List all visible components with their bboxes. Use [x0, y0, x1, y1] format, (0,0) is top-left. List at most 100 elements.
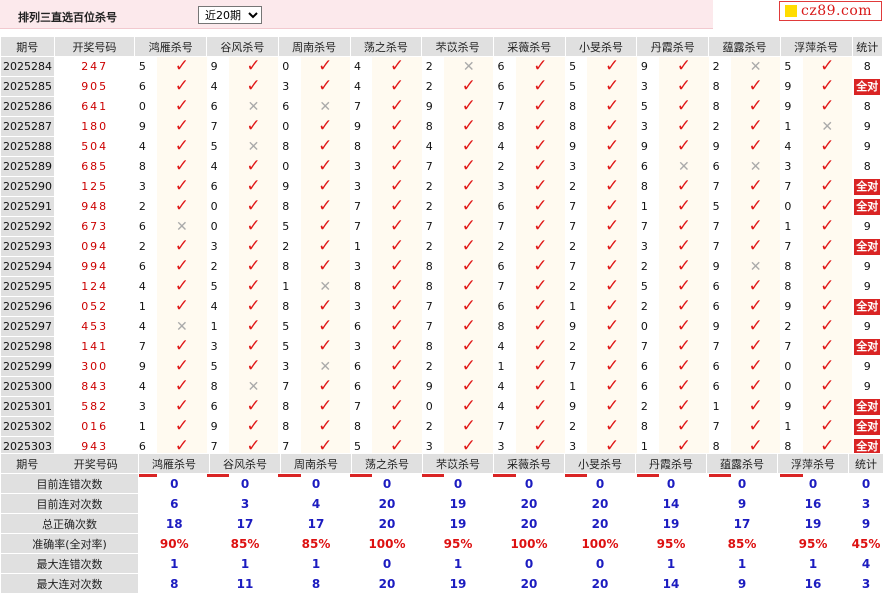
result-mark-cell: ✓ — [157, 157, 207, 177]
check-icon: ✓ — [820, 57, 834, 77]
kill-number: 3 — [637, 237, 659, 257]
check-icon: ✓ — [748, 237, 762, 257]
result-mark-cell: ✓ — [516, 357, 566, 377]
result-mark-cell: ✓ — [444, 277, 494, 297]
check-icon: ✓ — [318, 297, 332, 317]
site-logo[interactable]: cz89.com — [779, 1, 882, 21]
table-row: 20252859056✓4✓3✓4✓2✓6✓5✓3✓8✓9✓全对 — [1, 77, 883, 97]
kill-number: 2 — [709, 117, 731, 137]
stats-value: 20 — [565, 494, 636, 514]
check-icon: ✓ — [462, 397, 476, 417]
stats-value: 0 — [707, 474, 778, 494]
check-icon: ✓ — [246, 217, 260, 237]
check-icon: ✓ — [318, 417, 332, 437]
kill-number: 9 — [422, 97, 444, 117]
table-row: 20252871809✓7✓0✓9✓8✓8✓8✓3✓2✓1✕9 — [1, 117, 883, 137]
kill-number: 9 — [709, 257, 731, 277]
check-icon: ✓ — [175, 237, 189, 257]
stat-value: 9 — [864, 220, 871, 233]
result-mark-cell: ✓ — [157, 377, 207, 397]
kill-number: 8 — [350, 137, 372, 157]
check-icon: ✓ — [605, 357, 619, 377]
stats-value: 19 — [423, 514, 494, 534]
result-mark-cell: ✓ — [229, 277, 279, 297]
check-icon: ✓ — [246, 177, 260, 197]
stats-total: 0 — [849, 474, 883, 494]
header-expert-7: 丹霞杀号 — [637, 37, 709, 57]
result-mark-cell: ✓ — [659, 197, 709, 217]
kill-number: 9 — [350, 117, 372, 137]
check-icon: ✓ — [462, 297, 476, 317]
kill-number: 0 — [422, 397, 444, 417]
result-mark-cell: ✓ — [587, 117, 637, 137]
check-icon: ✓ — [677, 397, 691, 417]
check-icon: ✓ — [246, 397, 260, 417]
header-stat: 统计 — [852, 37, 882, 57]
draw-number: 843 — [54, 377, 135, 397]
check-icon: ✓ — [462, 357, 476, 377]
kill-number: 2 — [135, 197, 157, 217]
period-cell: 2025302 — [1, 417, 55, 437]
kill-number: 6 — [135, 257, 157, 277]
kill-number: 4 — [422, 137, 444, 157]
period-select[interactable]: 近20期 — [198, 6, 262, 24]
kill-number: 8 — [207, 377, 229, 397]
kill-number: 5 — [278, 317, 300, 337]
check-icon: ✓ — [175, 137, 189, 157]
kill-number: 3 — [278, 77, 300, 97]
check-icon: ✓ — [605, 377, 619, 397]
kill-number: 8 — [709, 97, 731, 117]
check-icon: ✓ — [318, 237, 332, 257]
all-correct-badge: 全对 — [854, 239, 880, 255]
kill-number: 7 — [422, 157, 444, 177]
result-mark-cell: ✓ — [803, 377, 853, 397]
result-mark-cell: ✓ — [301, 297, 351, 317]
stats-header-expert-4: 芣苡杀号 — [423, 454, 494, 474]
check-icon: ✓ — [318, 197, 332, 217]
result-mark-cell: ✓ — [372, 137, 422, 157]
result-mark-cell: ✓ — [516, 217, 566, 237]
kill-number: 5 — [565, 77, 587, 97]
result-mark-cell: ✓ — [659, 357, 709, 377]
result-mark-cell: ✓ — [372, 77, 422, 97]
result-mark-cell: ✓ — [229, 237, 279, 257]
draw-number: 582 — [54, 397, 135, 417]
check-icon: ✓ — [820, 397, 834, 417]
stats-value: 85% — [281, 534, 352, 554]
kill-number: 8 — [278, 197, 300, 217]
check-icon: ✓ — [533, 137, 547, 157]
check-icon: ✓ — [748, 277, 762, 297]
result-mark-cell: ✓ — [372, 277, 422, 297]
result-mark-cell: ✓ — [372, 357, 422, 377]
result-mark-cell: ✓ — [659, 117, 709, 137]
kill-number: 8 — [422, 337, 444, 357]
result-mark-cell: ✓ — [731, 77, 781, 97]
result-mark-cell: ✓ — [587, 317, 637, 337]
kill-number: 2 — [422, 237, 444, 257]
check-icon: ✓ — [605, 157, 619, 177]
kill-number: 8 — [780, 257, 802, 277]
kill-number: 3 — [350, 297, 372, 317]
draw-number: 641 — [54, 97, 135, 117]
result-mark-cell: ✓ — [803, 57, 853, 77]
result-mark-cell: ✓ — [516, 57, 566, 77]
result-mark-cell: ✓ — [157, 177, 207, 197]
check-icon: ✓ — [533, 157, 547, 177]
kill-number: 2 — [565, 237, 587, 257]
result-mark-cell: ✕ — [731, 57, 781, 77]
top-bar: 排列三直选百位杀号 近20期 — [0, 0, 713, 29]
kill-number: 8 — [350, 277, 372, 297]
stats-value: 1 — [210, 554, 281, 574]
kill-number: 0 — [278, 157, 300, 177]
stats-value: 0 — [494, 554, 565, 574]
result-mark-cell: ✓ — [587, 297, 637, 317]
result-mark-cell: ✓ — [516, 97, 566, 117]
kill-number: 4 — [135, 317, 157, 337]
kill-number: 0 — [637, 317, 659, 337]
check-icon: ✓ — [318, 337, 332, 357]
kill-number: 2 — [422, 197, 444, 217]
kill-number: 7 — [709, 237, 731, 257]
result-mark-cell: ✓ — [229, 77, 279, 97]
stat-cell: 9 — [852, 217, 882, 237]
cross-icon: ✕ — [248, 99, 260, 115]
